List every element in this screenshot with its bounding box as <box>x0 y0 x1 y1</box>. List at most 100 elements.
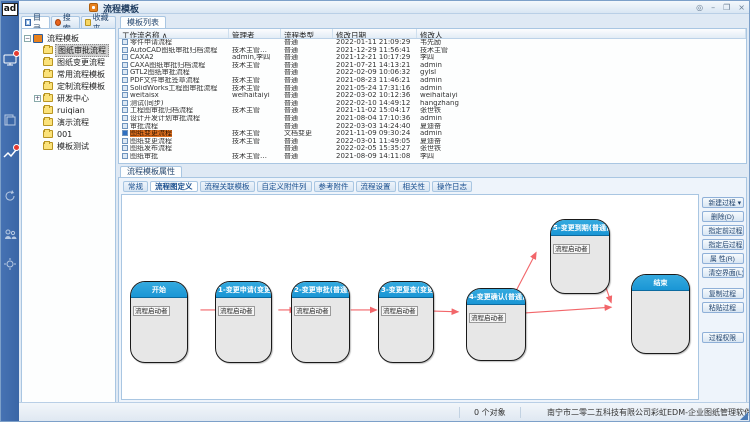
workflow-icon <box>122 130 128 136</box>
tree-item[interactable]: +研发中心 <box>24 92 113 104</box>
table-cell: 普通 <box>281 77 333 85</box>
minimize-button[interactable]: – <box>711 1 715 14</box>
table-row[interactable]: 图纸发布流程普通2022-02-05 15:35:27张世铁 <box>119 145 746 153</box>
flow-node-owner: 流程启动者 <box>133 306 170 316</box>
flow-node[interactable]: 2-变更审批(普通)流程启动者 <box>291 281 350 363</box>
workflow-name: weitaisx <box>130 92 159 99</box>
table-cell: 2022-02-09 10:06:32 <box>333 69 417 77</box>
table-row[interactable]: 零件申请流程普通2022-01-11 21:09:29韦先励 <box>119 39 746 47</box>
tree-item[interactable]: 模板测试 <box>24 140 113 152</box>
tree-item[interactable]: 图纸变更流程 <box>24 56 113 68</box>
table-row[interactable]: CAXA2admin,李四普通2021-12-21 10:17:29李四 <box>119 54 746 62</box>
action-button-6[interactable]: 复制过程 <box>702 288 744 299</box>
settings-icon[interactable] <box>3 257 17 271</box>
table-row[interactable]: PDF文件审批签章流程技术主管普通2021-08-23 11:46:21admi… <box>119 77 746 85</box>
property-tab[interactable]: 参考附件 <box>314 181 354 192</box>
table-row[interactable]: 工程图审批归档流程技术主管普通2021-11-02 15:04:17张世铁 <box>119 107 746 115</box>
tree-item[interactable]: ruiqian <box>24 104 113 116</box>
status-bar: 0 个对象 南宁市二零二五科技有限公司彩虹EDM-企业图纸管理软件平台 当前用户… <box>19 402 749 421</box>
collapse-expander-icon[interactable]: − <box>24 35 31 42</box>
tree-item[interactable]: 定制流程模板 <box>24 80 113 92</box>
action-button-5[interactable]: 清空界面(L) <box>702 267 744 278</box>
column-header[interactable]: 流程类型 <box>281 29 333 38</box>
workflow-name: 工程图审批归档流程 <box>130 107 193 114</box>
action-button-2[interactable]: 指定前过程(B) <box>702 225 744 236</box>
action-button-1[interactable]: 删除(D) <box>702 211 744 222</box>
table-row[interactable]: 图纸审批技术主管…普通2021-08-09 14:11:08李四 <box>119 153 746 161</box>
tree-root[interactable]: −流程模板 <box>24 32 113 44</box>
column-header[interactable]: 工作流名称 ∧ <box>119 29 229 38</box>
table-row[interactable]: 图纸变更流程技术主管普通2022-03-01 11:49:05夏迪奋 <box>119 138 746 146</box>
workflow-canvas[interactable]: 开始流程启动者 1-变更申请(变更申流程启动者 2-变更审批(普通)流程启动者 3-变… <box>121 194 699 400</box>
property-tab[interactable]: 操作日志 <box>432 181 472 192</box>
action-button-8[interactable]: 过程权限 <box>702 332 744 343</box>
table-row[interactable]: CAXA图纸审批归档流程技术主管普通2021-07-21 14:13:21adm… <box>119 62 746 70</box>
table-row[interactable]: 审批流程普通2022-03-03 14:24:40夏迪奋 <box>119 123 746 131</box>
tree-item-label: ruiqian <box>55 106 87 115</box>
flow-node[interactable]: 结束 <box>631 274 690 354</box>
tab-template-list[interactable]: 模板列表 <box>120 16 166 28</box>
table-row[interactable]: 测试(同步)普通2022-02-10 14:49:12hangzhang <box>119 100 746 108</box>
property-tab[interactable]: 相关性 <box>398 181 431 192</box>
workflow-name: 图纸发布流程 <box>130 145 172 152</box>
maximize-button[interactable]: ❐ <box>723 1 730 14</box>
window-extra-icon[interactable]: ◎ <box>696 1 703 14</box>
property-panel: 常规流程图定义流程关联模板自定义附件列参考附件流程设置相关性操作日志 开始流程启… <box>118 177 747 403</box>
folder-tree: −流程模板图纸审批流程图纸变更流程常用流程模板定制流程模板+研发中心 ruiqia… <box>21 28 116 403</box>
action-button-0[interactable]: 新建过程 ▾ <box>702 197 744 208</box>
tree-item-label: 演示流程 <box>55 117 91 128</box>
property-tab[interactable]: 自定义附件列 <box>257 181 312 192</box>
tree-item-label: 定制流程模板 <box>55 81 107 92</box>
action-button-4[interactable]: 属 性(R) <box>702 253 744 264</box>
left-icon-rail <box>1 1 19 422</box>
workflow-root-icon <box>33 34 43 43</box>
column-header[interactable]: 修改人 <box>417 29 746 38</box>
action-button-7[interactable]: 粘贴过程 <box>702 302 744 313</box>
expand-icon[interactable]: + <box>34 95 41 102</box>
activity-icon[interactable] <box>3 147 17 161</box>
property-tab[interactable]: 流程关联模板 <box>200 181 255 192</box>
tab-template-properties[interactable]: 流程模板属性 <box>120 166 182 177</box>
sidebar-tab-search[interactable]: 搜索 <box>51 16 80 28</box>
property-tab[interactable]: 流程设置 <box>356 181 396 192</box>
action-button-3[interactable]: 指定后过程(A) <box>702 239 744 250</box>
table-row[interactable]: 图纸变更流程技术主管文档变更2021-11-09 09:30:24admin <box>119 130 746 138</box>
table-row[interactable]: GTL2图纸审批流程普通2022-02-09 10:06:32gylsl <box>119 69 746 77</box>
flow-node[interactable]: 3-变更复查(变更复流程启动者 <box>378 281 434 363</box>
workflow-icon <box>122 107 128 113</box>
property-tab[interactable]: 常规 <box>123 181 148 192</box>
app-logo: ad <box>2 3 18 16</box>
table-row[interactable]: AutoCAD图纸审批归档流程技术主管…普通2021-12-29 11:56:4… <box>119 47 746 55</box>
documents-icon[interactable] <box>3 113 17 127</box>
flow-node[interactable]: 1-变更申请(变更申流程启动者 <box>215 281 272 363</box>
table-row[interactable]: 设计开发计划审批流程普通2021-08-04 17:10:36admin <box>119 115 746 123</box>
table-cell: 普通 <box>281 85 333 93</box>
flow-node[interactable]: 4-变更确认(普通)流程启动者 <box>466 288 526 361</box>
table-cell: 普通 <box>281 47 333 55</box>
resize-grip[interactable] <box>740 412 748 420</box>
tree-item[interactable]: 演示流程 <box>24 116 113 128</box>
tree-item[interactable]: 图纸审批流程 <box>24 44 113 56</box>
flow-node[interactable]: 5-变更到期(普通)流程启动者 <box>550 219 610 294</box>
table-cell: 2021-05-24 17:31:16 <box>333 85 417 93</box>
tree-item[interactable]: 常用流程模板 <box>24 68 113 80</box>
workflow-icon <box>122 77 128 83</box>
flow-node[interactable]: 开始流程启动者 <box>130 281 188 363</box>
template-list-panel: 工作流名称 ∧管理者流程类型修改日期修改人 零件申请流程普通2022-01-11… <box>118 28 747 164</box>
tree-item[interactable]: 001 <box>24 128 113 140</box>
desktop-icon[interactable] <box>3 53 17 67</box>
close-button[interactable]: × <box>738 1 745 14</box>
table-cell: 2021-08-04 17:10:36 <box>333 115 417 123</box>
team-icon[interactable] <box>3 227 17 241</box>
refresh-icon[interactable] <box>3 189 17 203</box>
sidebar-tab-catalog[interactable]: 目录 <box>21 16 50 28</box>
table-row[interactable]: weitaisxweihaitaiyi普通2022-03-02 10:12:36… <box>119 92 746 100</box>
sidebar-tab-favorites[interactable]: 收藏夹 <box>81 16 116 28</box>
table-row[interactable]: SolidWorks工程图审批流程技术主管普通2021-05-24 17:31:… <box>119 85 746 93</box>
table-cell: 图纸审批 <box>119 153 229 161</box>
table-cell: 张世铁 <box>417 107 746 115</box>
column-header[interactable]: 管理者 <box>229 29 281 38</box>
table-cell: 普通 <box>281 107 333 115</box>
property-tab[interactable]: 流程图定义 <box>150 181 198 192</box>
column-header[interactable]: 修改日期 <box>333 29 417 38</box>
